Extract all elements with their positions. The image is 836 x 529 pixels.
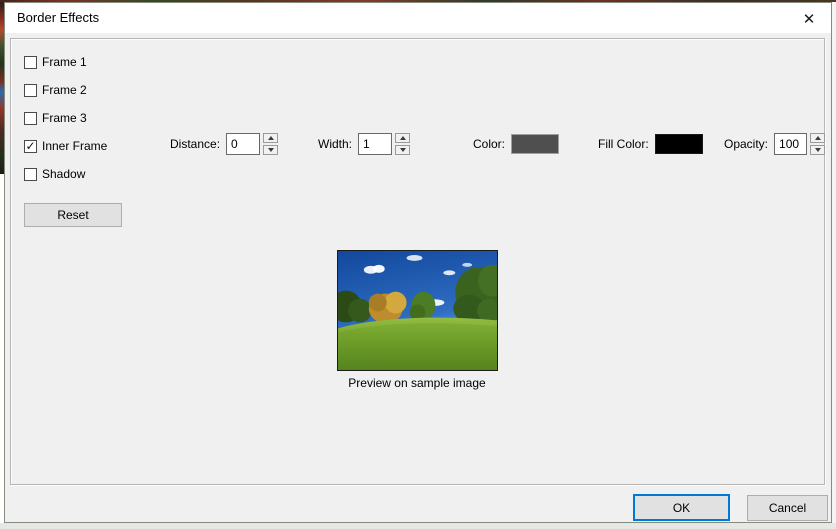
spin-up-icon bbox=[815, 136, 821, 140]
spin-down-button[interactable] bbox=[263, 145, 278, 155]
checkbox-frame-1[interactable]: Frame 1 bbox=[24, 54, 87, 70]
opacity-field-group: Opacity: bbox=[724, 133, 825, 155]
spin-up-button[interactable] bbox=[395, 133, 410, 143]
color-label: Color: bbox=[473, 137, 505, 151]
spin-up-button[interactable] bbox=[263, 133, 278, 143]
spin-up-icon bbox=[400, 136, 406, 140]
checkbox-frame-2[interactable]: Frame 2 bbox=[24, 82, 87, 98]
checkbox-label: Inner Frame bbox=[42, 139, 107, 153]
close-icon: ✕ bbox=[803, 10, 816, 28]
spin-up-icon bbox=[268, 136, 274, 140]
checkbox-box[interactable] bbox=[24, 112, 37, 125]
opacity-spinner bbox=[810, 133, 825, 155]
checkbox-label: Shadow bbox=[42, 167, 85, 181]
distance-label: Distance: bbox=[170, 137, 220, 151]
close-button[interactable]: ✕ bbox=[795, 7, 823, 30]
spin-down-icon bbox=[400, 148, 406, 152]
checkbox-box[interactable] bbox=[24, 84, 37, 97]
cancel-button[interactable]: Cancel bbox=[747, 495, 828, 521]
distance-field-group: Distance: bbox=[170, 133, 278, 155]
ok-button[interactable]: OK bbox=[633, 494, 730, 521]
width-input[interactable] bbox=[358, 133, 392, 155]
spin-down-icon bbox=[268, 148, 274, 152]
title-bar: Border Effects ✕ bbox=[5, 3, 831, 33]
reset-button[interactable]: Reset bbox=[24, 203, 122, 227]
preview-caption: Preview on sample image bbox=[307, 376, 527, 390]
checkbox-label: Frame 2 bbox=[42, 83, 87, 97]
fill-color-label: Fill Color: bbox=[598, 137, 649, 151]
checkbox-label: Frame 3 bbox=[42, 111, 87, 125]
width-label: Width: bbox=[318, 137, 352, 151]
checkbox-shadow[interactable]: Shadow bbox=[24, 166, 85, 182]
fill-color-field-group: Fill Color: bbox=[598, 133, 703, 155]
width-field-group: Width: bbox=[318, 133, 410, 155]
spin-down-icon bbox=[815, 148, 821, 152]
checkbox-box[interactable] bbox=[24, 168, 37, 181]
checkbox-box-checked[interactable]: ✓ bbox=[24, 140, 37, 153]
checkbox-frame-3[interactable]: Frame 3 bbox=[24, 110, 87, 126]
opacity-input[interactable] bbox=[774, 133, 807, 155]
distance-spinner bbox=[263, 133, 278, 155]
fill-color-swatch[interactable] bbox=[655, 134, 703, 154]
sample-image bbox=[337, 250, 498, 371]
spin-up-button[interactable] bbox=[810, 133, 825, 143]
dialog-title: Border Effects bbox=[17, 10, 99, 25]
checkbox-inner-frame[interactable]: ✓ Inner Frame bbox=[24, 138, 107, 154]
distance-input[interactable] bbox=[226, 133, 260, 155]
spin-down-button[interactable] bbox=[395, 145, 410, 155]
sample-image-art bbox=[338, 251, 497, 370]
border-effects-dialog: Border Effects ✕ Frame 1 Frame 2 Frame 3… bbox=[4, 2, 832, 523]
opacity-label: Opacity: bbox=[724, 137, 768, 151]
background-sliver-bottom bbox=[0, 523, 836, 529]
checkbox-label: Frame 1 bbox=[42, 55, 87, 69]
color-field-group: Color: bbox=[473, 133, 559, 155]
background-sliver-right bbox=[832, 2, 836, 523]
checkbox-box[interactable] bbox=[24, 56, 37, 69]
spin-down-button[interactable] bbox=[810, 145, 825, 155]
width-spinner bbox=[395, 133, 410, 155]
color-swatch[interactable] bbox=[511, 134, 559, 154]
